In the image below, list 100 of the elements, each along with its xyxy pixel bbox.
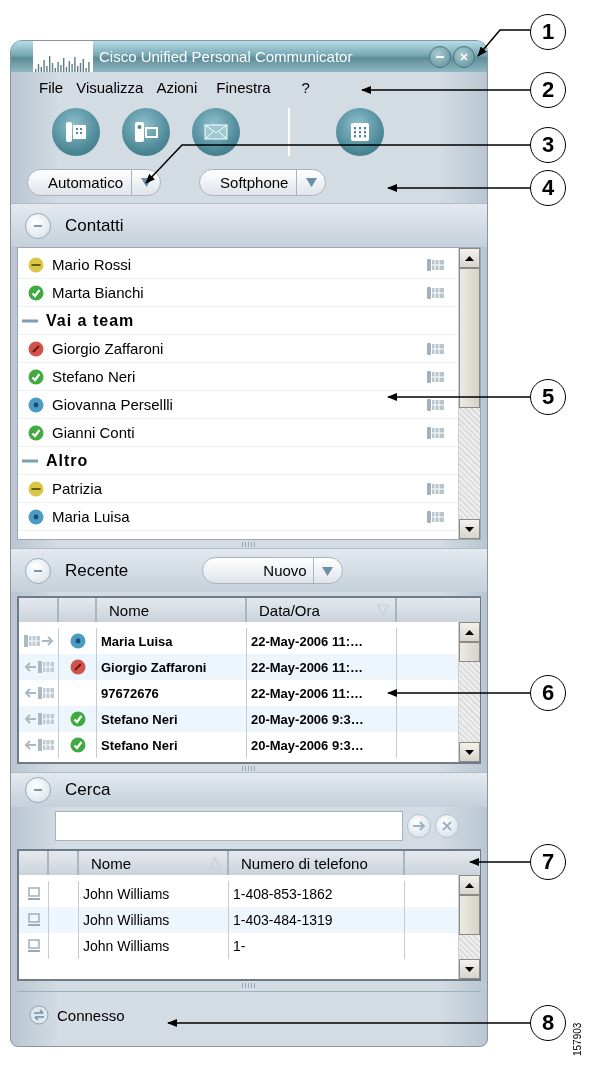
callout-number: 3 — [530, 127, 566, 163]
computer-icon — [26, 887, 41, 901]
scroll-thumb[interactable] — [459, 642, 480, 662]
contact-row[interactable]: Stefano Neri — [18, 363, 458, 391]
table-cell: 22-May-2006 11:… — [247, 654, 397, 680]
scroll-down-button[interactable] — [459, 742, 480, 762]
up-arrow-icon — [465, 255, 474, 261]
section-title: Contatti — [65, 215, 124, 236]
table-cell: John Williams — [79, 907, 229, 933]
collapse-icon[interactable] — [22, 457, 38, 464]
scroll-down-button[interactable] — [459, 519, 480, 539]
up-arrow-icon — [465, 629, 474, 635]
menu-item[interactable]: File — [37, 79, 66, 96]
menu-item[interactable]: ? — [299, 79, 312, 96]
scrollbar[interactable] — [458, 248, 480, 539]
column-header[interactable]: Numero di telefono — [229, 851, 405, 875]
group-row[interactable]: Altro — [18, 447, 458, 475]
contact-row[interactable]: Giovanna Persellli — [18, 391, 458, 419]
status-text: Connesso — [57, 1006, 125, 1024]
scroll-down-button[interactable] — [459, 959, 480, 979]
menu-item[interactable]: Visualizza — [74, 79, 146, 96]
contact-row[interactable]: Marta Bianchi — [18, 279, 458, 307]
table-row[interactable]: John Williams 1- — [19, 933, 458, 959]
callout-number: 1 — [530, 14, 566, 50]
table-cell: Stefano Neri — [97, 732, 247, 758]
down-arrow-icon — [465, 749, 474, 755]
collapse-icon[interactable] — [22, 317, 38, 324]
call-button[interactable] — [52, 108, 100, 156]
caret-icon — [305, 177, 317, 187]
column-header[interactable]: Data/Ora — [247, 598, 397, 622]
search-field[interactable] — [55, 811, 403, 841]
callout-number: 6 — [530, 675, 566, 711]
figure-id: 157903 — [572, 1022, 583, 1056]
callout-number: 4 — [530, 170, 566, 206]
table-cell: 20-May-2006 9:3… — [247, 732, 397, 758]
keypad-button[interactable] — [336, 108, 384, 156]
callout-number: 7 — [530, 844, 566, 880]
scrollbar[interactable] — [458, 622, 480, 762]
table-cell: John Williams — [79, 933, 229, 959]
connection-icon — [29, 1005, 49, 1025]
scroll-up-button[interactable] — [459, 622, 480, 642]
close-button[interactable] — [453, 45, 475, 68]
column-header[interactable]: Nome — [79, 851, 229, 875]
contact-card-icon[interactable] — [426, 397, 446, 412]
go-button[interactable] — [407, 814, 431, 838]
table-row[interactable]: Stefano Neri 20-May-2006 9:3… — [19, 732, 458, 758]
new-dropdown[interactable]: Nuovo — [202, 557, 343, 584]
status-dropdown[interactable]: Automatico — [27, 168, 162, 196]
scroll-up-button[interactable] — [459, 875, 480, 895]
menu-item[interactable]: Finestra — [214, 79, 273, 96]
down-arrow-icon — [465, 966, 474, 972]
table-cell: Giorgio Zaffaroni — [97, 654, 247, 680]
computer-icon — [26, 939, 41, 953]
up-arrow-icon — [465, 882, 474, 888]
down-arrow-icon — [465, 526, 474, 532]
group-row[interactable]: Vai a team — [18, 307, 458, 335]
callout-number: 8 — [530, 1005, 566, 1041]
table-row[interactable]: John Williams 1-403-484-1319 — [19, 907, 458, 933]
callout-number: 5 — [530, 379, 566, 415]
leader-line — [469, 858, 531, 866]
contact-row[interactable]: Mario Rossi — [18, 251, 458, 279]
column-header[interactable]: Nome — [97, 598, 247, 622]
minimize-button[interactable] — [429, 45, 451, 68]
close-icon — [442, 821, 452, 831]
table-cell: Stefano Neri — [97, 706, 247, 732]
section-title: Recente — [65, 560, 129, 581]
collapse-button[interactable] — [25, 212, 51, 239]
table-row[interactable]: Giorgio Zaffaroni 22-May-2006 11:… — [19, 654, 458, 680]
table-cell: 20-May-2006 9:3… — [247, 706, 397, 732]
arrow-right-icon — [412, 820, 426, 832]
caret-icon — [322, 565, 334, 576]
table-row[interactable]: Stefano Neri 20-May-2006 9:3… — [19, 706, 458, 732]
scroll-thumb[interactable] — [459, 895, 480, 935]
video-icon — [132, 119, 160, 145]
scrollbar[interactable] — [458, 875, 480, 979]
mail-icon — [203, 122, 229, 142]
callout-number: 2 — [530, 72, 566, 108]
table-cell: 1- — [229, 933, 405, 959]
minimize-icon — [436, 55, 444, 58]
contact-row[interactable]: Maria Luisa — [18, 503, 458, 531]
device-dropdown[interactable]: Softphone — [199, 168, 327, 196]
leader-line — [477, 29, 531, 57]
keypad-icon — [349, 121, 371, 143]
table-cell: 1-403-484-1319 — [229, 907, 405, 933]
menu-item[interactable]: Azioni — [154, 79, 200, 96]
computer-icon — [26, 913, 41, 927]
section-title: Cerca — [65, 780, 111, 800]
phone-icon — [63, 119, 89, 145]
contact-row[interactable]: Gianni Conti — [18, 419, 458, 447]
caret-icon — [140, 177, 152, 187]
window-title: Cisco Unified Personal Communicator — [99, 48, 354, 65]
scroll-thumb[interactable] — [459, 268, 480, 408]
video-button[interactable] — [122, 108, 170, 156]
contact-row[interactable]: Patrizia — [18, 475, 458, 503]
clear-button[interactable] — [435, 814, 459, 838]
contact-row[interactable]: Giorgio Zaffaroni — [18, 335, 458, 363]
collapse-button[interactable] — [25, 557, 51, 584]
collapse-button[interactable] — [25, 777, 51, 803]
scroll-up-button[interactable] — [459, 248, 480, 268]
mail-button[interactable] — [192, 108, 240, 156]
